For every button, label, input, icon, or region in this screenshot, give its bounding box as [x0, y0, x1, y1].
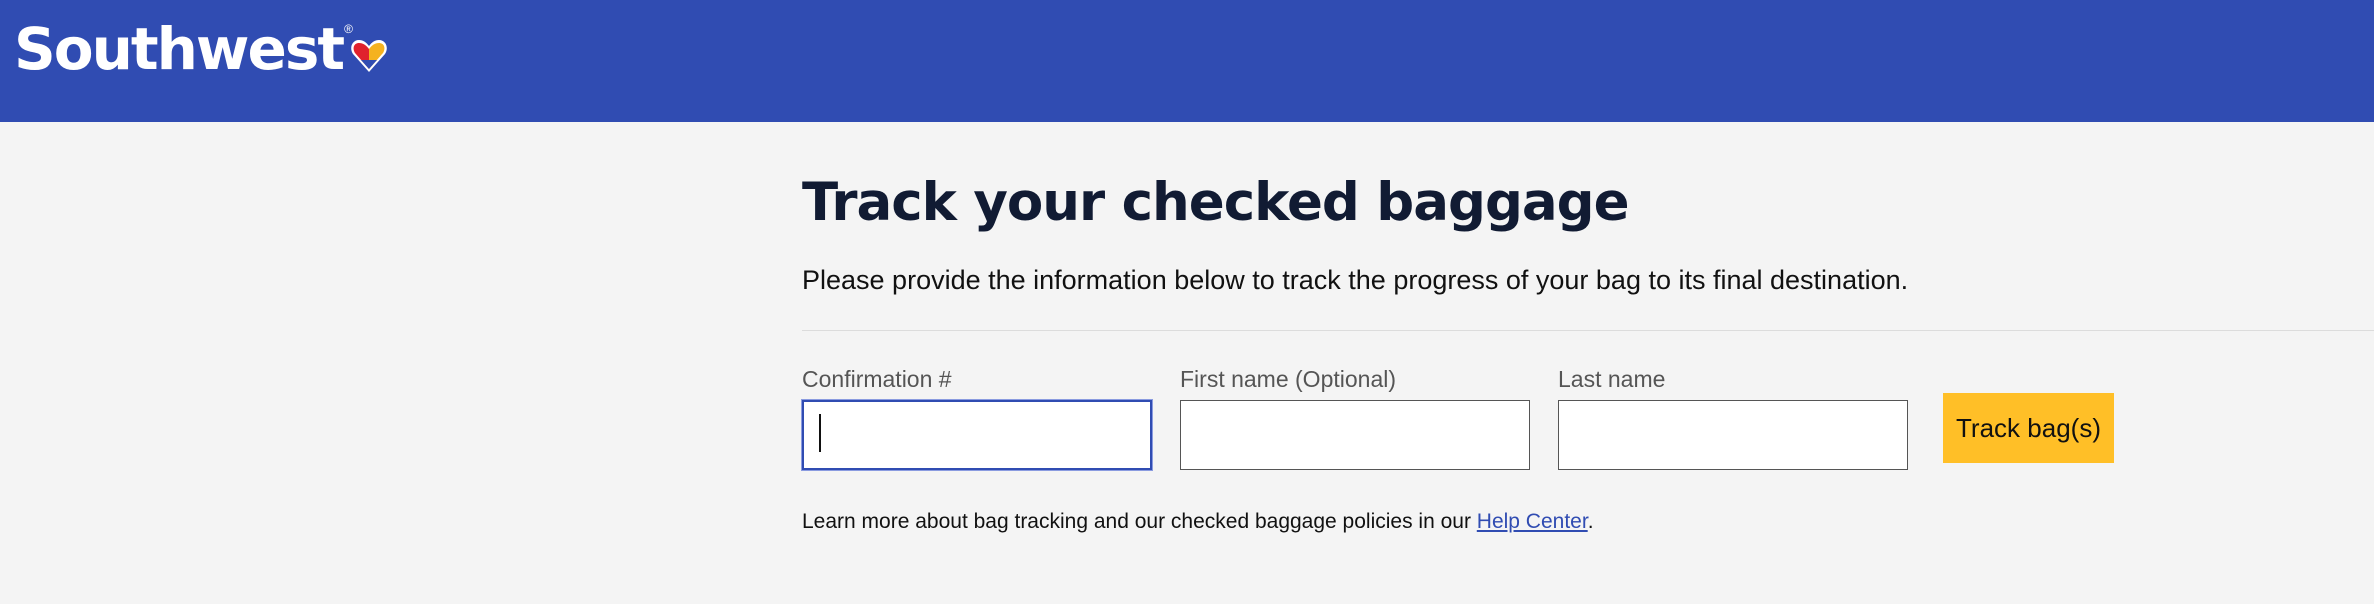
first-name-input[interactable]: [1180, 400, 1530, 470]
logo-wordmark: Southwest: [14, 15, 345, 83]
confirmation-label: Confirmation #: [802, 366, 952, 392]
help-text: Learn more about bag tracking and our ch…: [802, 510, 1594, 534]
last-name-field: Last name: [1558, 364, 1908, 470]
confirmation-field: Confirmation #: [802, 364, 1152, 470]
help-text-before: Learn more about bag tracking and our ch…: [802, 510, 1477, 533]
last-name-label: Last name: [1558, 366, 1666, 392]
first-name-label: First name (Optional): [1180, 366, 1397, 392]
confirmation-input[interactable]: [802, 400, 1152, 470]
text-caret: [819, 414, 821, 452]
last-name-input[interactable]: [1558, 400, 1908, 470]
track-bags-button[interactable]: Track bag(s): [1943, 393, 2114, 463]
heart-logo-icon: [351, 40, 387, 72]
help-text-after: .: [1587, 510, 1594, 533]
help-center-link[interactable]: Help Center: [1477, 510, 1588, 533]
main-content: Track your checked baggage Please provid…: [802, 122, 2374, 604]
southwest-logo[interactable]: Southwest ®: [14, 14, 389, 84]
registered-mark: ®: [344, 22, 353, 36]
divider: [802, 330, 2374, 331]
first-name-field: First name (Optional): [1180, 364, 1530, 470]
page-subtitle: Please provide the information below to …: [802, 265, 1909, 295]
page-title: Track your checked baggage: [802, 172, 1630, 233]
site-header: Southwest ®: [0, 0, 2374, 122]
